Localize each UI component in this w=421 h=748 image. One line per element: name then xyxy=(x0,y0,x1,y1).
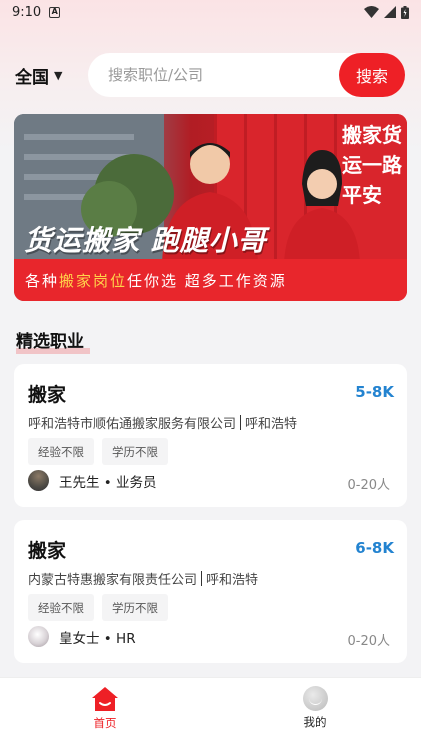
company-size: 0-20人 xyxy=(347,478,390,493)
job-city: 呼和浩特 xyxy=(245,417,298,432)
home-icon xyxy=(92,687,118,711)
region-label: 全国 xyxy=(15,67,49,88)
status-bar: 9:10 A xyxy=(0,0,421,24)
company-name: 呼和浩特市顺佑通搬家服务有限公司 xyxy=(28,417,237,432)
job-company: 内蒙古特惠搬家有限责任公司 呼和浩特 xyxy=(28,569,258,588)
job-city: 呼和浩特 xyxy=(206,573,259,588)
nav-label-home: 首页 xyxy=(93,716,117,730)
job-card[interactable]: 搬家 5-8K 呼和浩特市顺佑通搬家服务有限公司 呼和浩特 经验不限 学历不限 王… xyxy=(14,364,407,507)
job-title: 搬家 xyxy=(28,540,67,562)
job-card[interactable]: 搬家 6-8K 内蒙古特惠搬家有限责任公司 呼和浩特 经验不限 学历不限 皇女士 … xyxy=(14,520,407,663)
recruiter: 皇女士 • HR xyxy=(28,626,136,647)
nav-item-profile[interactable]: 我的 xyxy=(275,686,355,730)
banner-subline: 各种 搬家岗位 任你选 超多工作资源 xyxy=(14,259,407,301)
divider xyxy=(240,415,242,430)
profile-icon xyxy=(302,686,328,711)
tag-experience: 经验不限 xyxy=(28,594,94,621)
tag-experience: 经验不限 xyxy=(28,438,94,465)
status-icons xyxy=(364,5,409,19)
banner-subline-highlight: 搬家岗位 xyxy=(59,271,128,290)
section-title: 精选职业 xyxy=(16,327,90,354)
tag-education: 学历不限 xyxy=(102,594,168,621)
job-tags: 经验不限 学历不限 xyxy=(28,594,168,621)
banner-subline-part: 任你选 超多工作资源 xyxy=(127,271,287,290)
tag-education: 学历不限 xyxy=(102,438,168,465)
recruiter: 王先生 • 业务员 xyxy=(28,470,157,491)
search-input[interactable] xyxy=(108,66,308,84)
region-selector[interactable]: 全国 ▼ xyxy=(15,63,85,88)
avatar xyxy=(28,626,49,647)
search-button[interactable]: 搜索 xyxy=(339,53,405,97)
nav-item-home[interactable]: 首页 xyxy=(65,686,145,731)
job-salary: 5-8K xyxy=(355,383,394,401)
company-name: 内蒙古特惠搬家有限责任公司 xyxy=(28,573,198,588)
search-box: 搜索 xyxy=(88,53,405,97)
job-tags: 经验不限 学历不限 xyxy=(28,438,168,465)
job-title: 搬家 xyxy=(28,384,67,406)
job-salary: 6-8K xyxy=(355,539,394,557)
avatar xyxy=(28,470,49,491)
job-company: 呼和浩特市顺佑通搬家服务有限公司 呼和浩特 xyxy=(28,413,297,432)
recruiter-name: 皇女士 • HR xyxy=(59,630,136,647)
battery-icon xyxy=(401,5,409,19)
nav-label-profile: 我的 xyxy=(303,715,327,729)
banner-subline-part: 各种 xyxy=(25,271,60,290)
recruiter-name: 王先生 • 业务员 xyxy=(59,474,157,491)
caret-down-icon: ▼ xyxy=(54,68,63,82)
promo-banner[interactable]: 搬家货运一路平安 货运搬家 跑腿小哥 各种 搬家岗位 任你选 超多工作资源 xyxy=(14,114,407,301)
signal-icon xyxy=(384,6,396,18)
status-time: 9:10 xyxy=(12,4,42,20)
wifi-icon xyxy=(364,6,379,18)
a-square-icon: A xyxy=(49,6,61,18)
banner-slogan: 搬家货运一路平安 xyxy=(342,123,402,207)
search-row: 全国 ▼ 搜索 xyxy=(0,53,421,97)
banner-headline: 货运搬家 跑腿小哥 xyxy=(24,224,267,257)
bottom-nav: 首页 我的 xyxy=(0,677,421,748)
company-size: 0-20人 xyxy=(347,634,390,649)
divider xyxy=(201,571,203,586)
